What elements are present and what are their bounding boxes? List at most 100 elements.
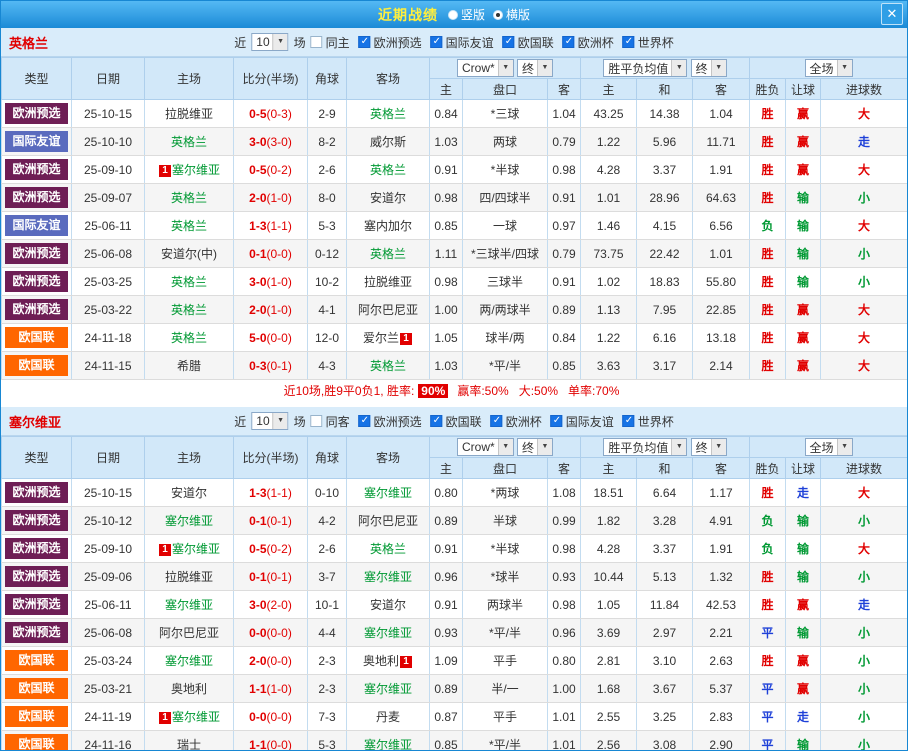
home-team[interactable]: 拉脱维亚 [144,99,234,128]
away-team[interactable]: 爱尔兰 1 [346,323,430,352]
away-team[interactable]: 英格兰 [346,99,430,128]
home-team[interactable]: 安道尔 [144,478,234,507]
odds-company-select[interactable]: Crow* [456,438,514,456]
odds-home-value: 0.91 [429,534,463,563]
home-team[interactable]: 1 塞尔维亚 [144,534,234,563]
home-team[interactable]: 1 塞尔维亚 [144,702,234,731]
filter-checkbox[interactable]: 欧洲杯 [490,413,542,430]
filter-checkbox[interactable]: 欧洲杯 [562,34,614,51]
avg-lose-value: 11.71 [691,127,751,156]
home-team[interactable]: 英格兰 [144,183,234,212]
avg-final-select[interactable]: 终 [690,59,727,77]
avg-select[interactable]: 胜平负均值 [603,438,688,456]
match-count-select[interactable]: 10 [251,412,289,430]
half-time-score: (0-2) [266,541,292,556]
away-team[interactable]: 安道尔 [346,590,430,619]
filter-checkbox[interactable]: 欧洲预选 [358,34,422,51]
scope-select[interactable]: 全场 [804,438,853,456]
avg-win-value: 4.28 [580,155,637,184]
home-team[interactable]: 奥地利 [144,674,234,703]
home-team[interactable]: 1 塞尔维亚 [144,155,234,184]
close-button[interactable]: ✕ [881,3,903,25]
filter-checkbox[interactable]: 欧国联 [430,413,482,430]
away-team[interactable]: 英格兰 [346,534,430,563]
red-card-badge: 1 [400,333,412,345]
away-team[interactable]: 英格兰 [346,351,430,380]
filter-checkbox[interactable]: 世界杯 [622,34,674,51]
avg-win-value: 1.02 [580,267,637,296]
filter-checkbox[interactable]: 同主 [310,34,350,51]
avg-win-value: 1.82 [580,506,637,535]
home-team[interactable]: 塞尔维亚 [144,506,234,535]
home-team[interactable]: 安道尔(中) [144,239,234,268]
home-team[interactable]: 英格兰 [144,127,234,156]
half-time-score: (0-0) [266,653,292,668]
subcol-odds-home: 主 [429,78,463,100]
result-outcome: 胜 [749,562,787,591]
away-team[interactable]: 塞尔维亚 [346,562,430,591]
odds-away-value: 0.98 [547,534,581,563]
full-time-score: 5-0 [249,330,267,345]
match-date: 25-03-22 [71,295,145,324]
view-mode-radio[interactable]: 横版 [493,6,530,23]
away-team[interactable]: 英格兰 [346,239,430,268]
away-team[interactable]: 丹麦 [346,702,430,731]
home-team[interactable]: 瑞士 [144,730,234,750]
odds-final-select[interactable]: 终 [517,438,554,456]
away-team[interactable]: 塞尔维亚 [346,618,430,647]
home-team[interactable]: 英格兰 [144,267,234,296]
half-time-score: (1-0) [266,302,292,317]
avg-draw-value: 3.08 [636,730,693,750]
avg-select[interactable]: 胜平负均值 [603,59,688,77]
home-team[interactable]: 希腊 [144,351,234,380]
home-team[interactable]: 塞尔维亚 [144,646,234,675]
home-team[interactable]: 英格兰 [144,323,234,352]
team-section: 塞尔维亚 近 10 场 同客欧洲预选欧国联欧洲杯国际友谊世界杯 类型 日期 主场 [1,407,907,750]
result-outcome: 胜 [749,239,787,268]
sections-container: 英格兰 近 10 场 同主欧洲预选国际友谊欧国联欧洲杯世界杯 类型 日期 主场 [1,28,907,750]
filter-checkbox[interactable]: 世界杯 [622,413,674,430]
competition-filters: 同主 欧洲预选 国际友谊 欧国联 欧洲杯 世界杯 [310,34,674,51]
goals-outcome: 小 [820,562,907,591]
avg-draw-value: 3.10 [636,646,693,675]
filter-checkbox[interactable]: 国际友谊 [430,34,494,51]
home-team[interactable]: 拉脱维亚 [144,562,234,591]
odds-company-select[interactable]: Crow* [456,59,514,77]
view-mode-radio[interactable]: 竖版 [447,6,485,23]
away-team[interactable]: 奥地利 1 [346,646,430,675]
away-team[interactable]: 塞尔维亚 [346,730,430,750]
away-team[interactable]: 阿尔巴尼亚 [346,506,430,535]
filter-checkbox[interactable]: 同客 [310,413,350,430]
scope-select[interactable]: 全场 [804,59,853,77]
corner-count: 3-7 [307,562,347,591]
half-time-score: (0-1) [266,513,292,528]
handicap-outcome: 输 [785,618,822,647]
home-team[interactable]: 英格兰 [144,295,234,324]
away-team[interactable]: 拉脱维亚 [346,267,430,296]
filter-checkbox[interactable]: 欧国联 [502,34,554,51]
filter-checkbox[interactable]: 国际友谊 [550,413,614,430]
full-time-score: 0-5 [249,541,267,556]
away-team[interactable]: 塞尔维亚 [346,478,430,507]
matches-table: 类型 日期 主场 比分(半场) 角球 客场 Crow* 终 胜平负均值 终 [1,57,907,380]
away-team[interactable]: 威尔斯 [346,127,430,156]
odds-home-value: 1.11 [429,239,463,268]
home-team[interactable]: 英格兰 [144,211,234,240]
filter-checkbox[interactable]: 欧洲预选 [358,413,422,430]
away-team[interactable]: 阿尔巴尼亚 [346,295,430,324]
away-team[interactable]: 安道尔 [346,183,430,212]
home-team[interactable]: 塞尔维亚 [144,590,234,619]
radio-label: 竖版 [460,8,485,22]
avg-final-select[interactable]: 终 [690,438,727,456]
avg-draw-value: 5.13 [636,562,693,591]
competition-type-cell: 欧国联 [1,674,72,703]
away-team[interactable]: 塞内加尔 [346,211,430,240]
away-team[interactable]: 塞尔维亚 [346,674,430,703]
home-team[interactable]: 阿尔巴尼亚 [144,618,234,647]
odds-final-select[interactable]: 终 [517,59,554,77]
away-team[interactable]: 英格兰 [346,155,430,184]
avg-win-value: 18.51 [580,478,637,507]
match-count-select[interactable]: 10 [251,33,289,51]
handicap-value: *三球半/四球 [462,239,548,268]
half-time-score: (0-0) [266,709,292,724]
